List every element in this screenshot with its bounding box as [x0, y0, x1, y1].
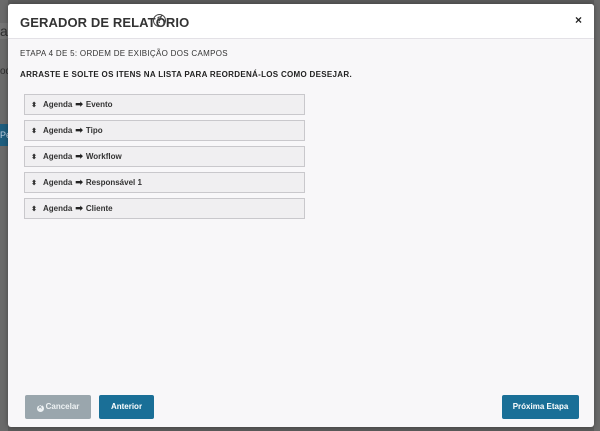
field-name-label: Responsável 1 — [85, 178, 142, 187]
sortable-item[interactable]: ⬍ Agenda ➡ Responsável 1 — [24, 172, 305, 193]
field-name-label: Evento — [85, 100, 113, 109]
field-name-label: Cliente — [85, 204, 113, 213]
field-name-label: Workflow — [85, 152, 122, 161]
help-icon[interactable]: ? — [153, 14, 166, 27]
cancel-circle-icon: ✕ — [36, 405, 44, 412]
report-generator-modal: GERADOR DE RELATÓRIO ? × ETAPA 4 DE 5: O… — [8, 4, 594, 427]
arrow-right-icon: ➡ — [75, 203, 83, 213]
sort-handle-icon[interactable]: ⬍ — [31, 174, 37, 193]
background-line-fragment — [0, 99, 8, 111]
background-text-fragment: od — [0, 66, 8, 77]
sortable-item[interactable]: ⬍ Agenda ➡ Workflow — [24, 146, 305, 167]
cancel-button-label: Cancelar — [45, 402, 80, 411]
instruction-text: ARRASTE E SOLTE OS ITENS NA LISTA PARA R… — [20, 70, 352, 79]
sortable-field-list: ⬍ Agenda ➡ Evento ⬍ Agenda ➡ Tipo ⬍ Agenda ➡ Work… — [24, 94, 305, 224]
background-title-fragment: at — [0, 23, 8, 39]
close-icon[interactable]: × — [575, 13, 582, 27]
step-indicator: ETAPA 4 DE 5: ORDEM DE EXIBIÇÃO DOS CAMP… — [20, 49, 228, 58]
arrow-right-icon: ➡ — [75, 151, 83, 161]
background-line-fragment — [0, 226, 8, 238]
next-step-button[interactable]: Próxima Etapa — [502, 395, 579, 419]
field-group-label: Agenda — [43, 100, 73, 109]
previous-button[interactable]: Anterior — [99, 395, 154, 419]
sort-handle-icon[interactable]: ⬍ — [31, 148, 37, 167]
field-name-label: Tipo — [85, 126, 103, 135]
field-group-label: Agenda — [43, 204, 73, 213]
sort-handle-icon[interactable]: ⬍ — [31, 200, 37, 219]
sortable-item[interactable]: ⬍ Agenda ➡ Cliente — [24, 198, 305, 219]
sort-handle-icon[interactable]: ⬍ — [31, 122, 37, 141]
background-button-fragment: Pe — [0, 124, 8, 146]
field-group-label: Agenda — [43, 126, 73, 135]
field-group-label: Agenda — [43, 178, 73, 187]
arrow-right-icon: ➡ — [75, 99, 83, 109]
page-backdrop-right — [594, 0, 600, 431]
sortable-item[interactable]: ⬍ Agenda ➡ Tipo — [24, 120, 305, 141]
modal-header: GERADOR DE RELATÓRIO ? × — [8, 4, 594, 39]
sort-handle-icon[interactable]: ⬍ — [31, 96, 37, 115]
arrow-right-icon: ➡ — [75, 125, 83, 135]
arrow-right-icon: ➡ — [75, 177, 83, 187]
sortable-item[interactable]: ⬍ Agenda ➡ Evento — [24, 94, 305, 115]
cancel-button[interactable]: ✕ Cancelar — [25, 395, 91, 419]
field-group-label: Agenda — [43, 152, 73, 161]
page-backdrop — [0, 0, 8, 431]
